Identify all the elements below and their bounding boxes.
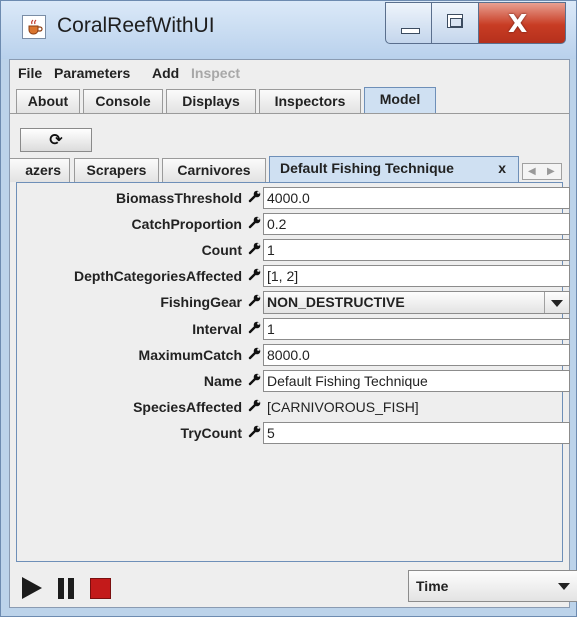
java-cup-icon[interactable] bbox=[22, 15, 46, 39]
property-label: TryCount bbox=[180, 425, 242, 441]
control-bar: Time bbox=[10, 570, 577, 607]
title-bar[interactable]: CoralReefWithUI X bbox=[1, 1, 576, 59]
tab-scroll-arrows: ◀ ▶ bbox=[522, 163, 562, 180]
scroll-left-icon[interactable]: ◀ bbox=[528, 164, 536, 179]
property-label: MaximumCatch bbox=[138, 347, 242, 363]
property-label: BiomassThreshold bbox=[115, 190, 242, 206]
property-label: Interval bbox=[192, 321, 242, 337]
property-label: Count bbox=[201, 242, 242, 258]
wrench-icon[interactable] bbox=[248, 241, 264, 257]
chevron-down-icon bbox=[551, 571, 577, 601]
model-tab-strip: azers Scrapers Carnivores Default Fishin… bbox=[10, 156, 569, 182]
property-row: CatchProportion 0.2 bbox=[17, 212, 570, 236]
property-select-value: NON_DESTRUCTIVE bbox=[267, 294, 405, 310]
tab-inspectors[interactable]: Inspectors bbox=[259, 89, 361, 113]
stop-icon[interactable] bbox=[90, 578, 111, 599]
chevron-down-icon bbox=[544, 292, 569, 313]
tab-divider bbox=[10, 113, 569, 114]
property-label: CatchProportion bbox=[131, 216, 242, 232]
property-row: FishingGear NON_DESTRUCTIVE bbox=[17, 290, 570, 314]
property-row: TryCount 5 bbox=[17, 421, 570, 445]
main-tab-strip: About Console Displays Inspectors Model bbox=[10, 86, 569, 113]
property-field[interactable]: 1 bbox=[263, 318, 570, 340]
minimize-icon bbox=[401, 28, 420, 34]
close-button[interactable]: X bbox=[479, 2, 566, 44]
property-select[interactable]: NON_DESTRUCTIVE bbox=[263, 291, 570, 314]
property-field[interactable]: 0.2 bbox=[263, 213, 570, 235]
tab-label: Default Fishing Technique bbox=[280, 160, 454, 176]
tab-displays[interactable]: Displays bbox=[166, 89, 256, 113]
wrench-icon[interactable] bbox=[248, 398, 264, 414]
tab-default-fishing-technique[interactable]: Default Fishing Technique x bbox=[269, 156, 519, 182]
window-title: CoralReefWithUI bbox=[57, 14, 215, 37]
property-field[interactable]: Default Fishing Technique bbox=[263, 370, 570, 392]
property-label: SpeciesAffected bbox=[133, 399, 242, 415]
property-field[interactable]: 1 bbox=[263, 239, 570, 261]
wrench-icon[interactable] bbox=[248, 346, 264, 362]
tab-close-icon[interactable]: x bbox=[498, 157, 506, 179]
maximize-button[interactable] bbox=[432, 2, 479, 44]
refresh-button[interactable]: ⟳ bbox=[20, 128, 92, 152]
tab-grazers[interactable]: azers bbox=[10, 158, 70, 182]
wrench-icon[interactable] bbox=[248, 189, 264, 205]
properties-panel: BiomassThreshold 4000.0 CatchProportion 0.2… bbox=[16, 182, 570, 562]
menu-add[interactable]: Add bbox=[152, 65, 179, 81]
menu-bar: File Parameters Add Inspect bbox=[10, 60, 569, 86]
tab-carnivores[interactable]: Carnivores bbox=[162, 158, 266, 182]
menu-file[interactable]: File bbox=[18, 65, 42, 81]
client-area: File Parameters Add Inspect About Consol… bbox=[9, 59, 577, 608]
property-row: BiomassThreshold 4000.0 bbox=[17, 186, 570, 210]
property-field[interactable]: 5 bbox=[263, 422, 570, 444]
wrench-icon[interactable] bbox=[248, 424, 264, 440]
wrench-icon[interactable] bbox=[248, 215, 264, 231]
property-field[interactable]: 4000.0 bbox=[263, 187, 570, 209]
tab-console[interactable]: Console bbox=[83, 89, 163, 113]
wrench-icon[interactable] bbox=[248, 293, 264, 309]
scroll-right-icon[interactable]: ▶ bbox=[547, 164, 555, 179]
property-row: DepthCategoriesAffected [1, 2] bbox=[17, 264, 570, 288]
menu-inspect[interactable]: Inspect bbox=[191, 65, 240, 81]
minimize-button[interactable] bbox=[385, 2, 432, 44]
tab-model[interactable]: Model bbox=[364, 87, 436, 113]
pause-icon[interactable] bbox=[58, 578, 77, 599]
property-label: Name bbox=[203, 373, 242, 389]
wrench-icon[interactable] bbox=[248, 320, 264, 336]
tab-about[interactable]: About bbox=[16, 89, 80, 113]
maximize-icon bbox=[447, 14, 463, 28]
property-field[interactable]: [1, 2] bbox=[263, 265, 570, 287]
play-icon[interactable] bbox=[22, 577, 42, 599]
property-row: MaximumCatch 8000.0 bbox=[17, 343, 570, 367]
time-select[interactable]: Time bbox=[408, 570, 577, 602]
tab-scrapers[interactable]: Scrapers bbox=[74, 158, 159, 182]
property-value: [CARNIVOROUS_FISH] bbox=[267, 399, 419, 415]
property-label: DepthCategoriesAffected bbox=[73, 268, 242, 284]
property-row: SpeciesAffected [CARNIVOROUS_FISH] bbox=[17, 395, 562, 419]
property-row: Count 1 bbox=[17, 238, 570, 262]
close-icon: X bbox=[508, 9, 528, 38]
menu-parameters[interactable]: Parameters bbox=[54, 65, 130, 81]
property-row: Name Default Fishing Technique bbox=[17, 369, 570, 393]
app-window: CoralReefWithUI X File Parameters Add In… bbox=[0, 0, 577, 617]
property-field[interactable]: 8000.0 bbox=[263, 344, 570, 366]
time-select-value: Time bbox=[416, 578, 449, 594]
refresh-icon: ⟳ bbox=[49, 130, 63, 149]
wrench-icon[interactable] bbox=[248, 267, 264, 283]
property-row: Interval 1 bbox=[17, 317, 570, 341]
wrench-icon[interactable] bbox=[248, 372, 264, 388]
property-label: FishingGear bbox=[160, 294, 242, 310]
